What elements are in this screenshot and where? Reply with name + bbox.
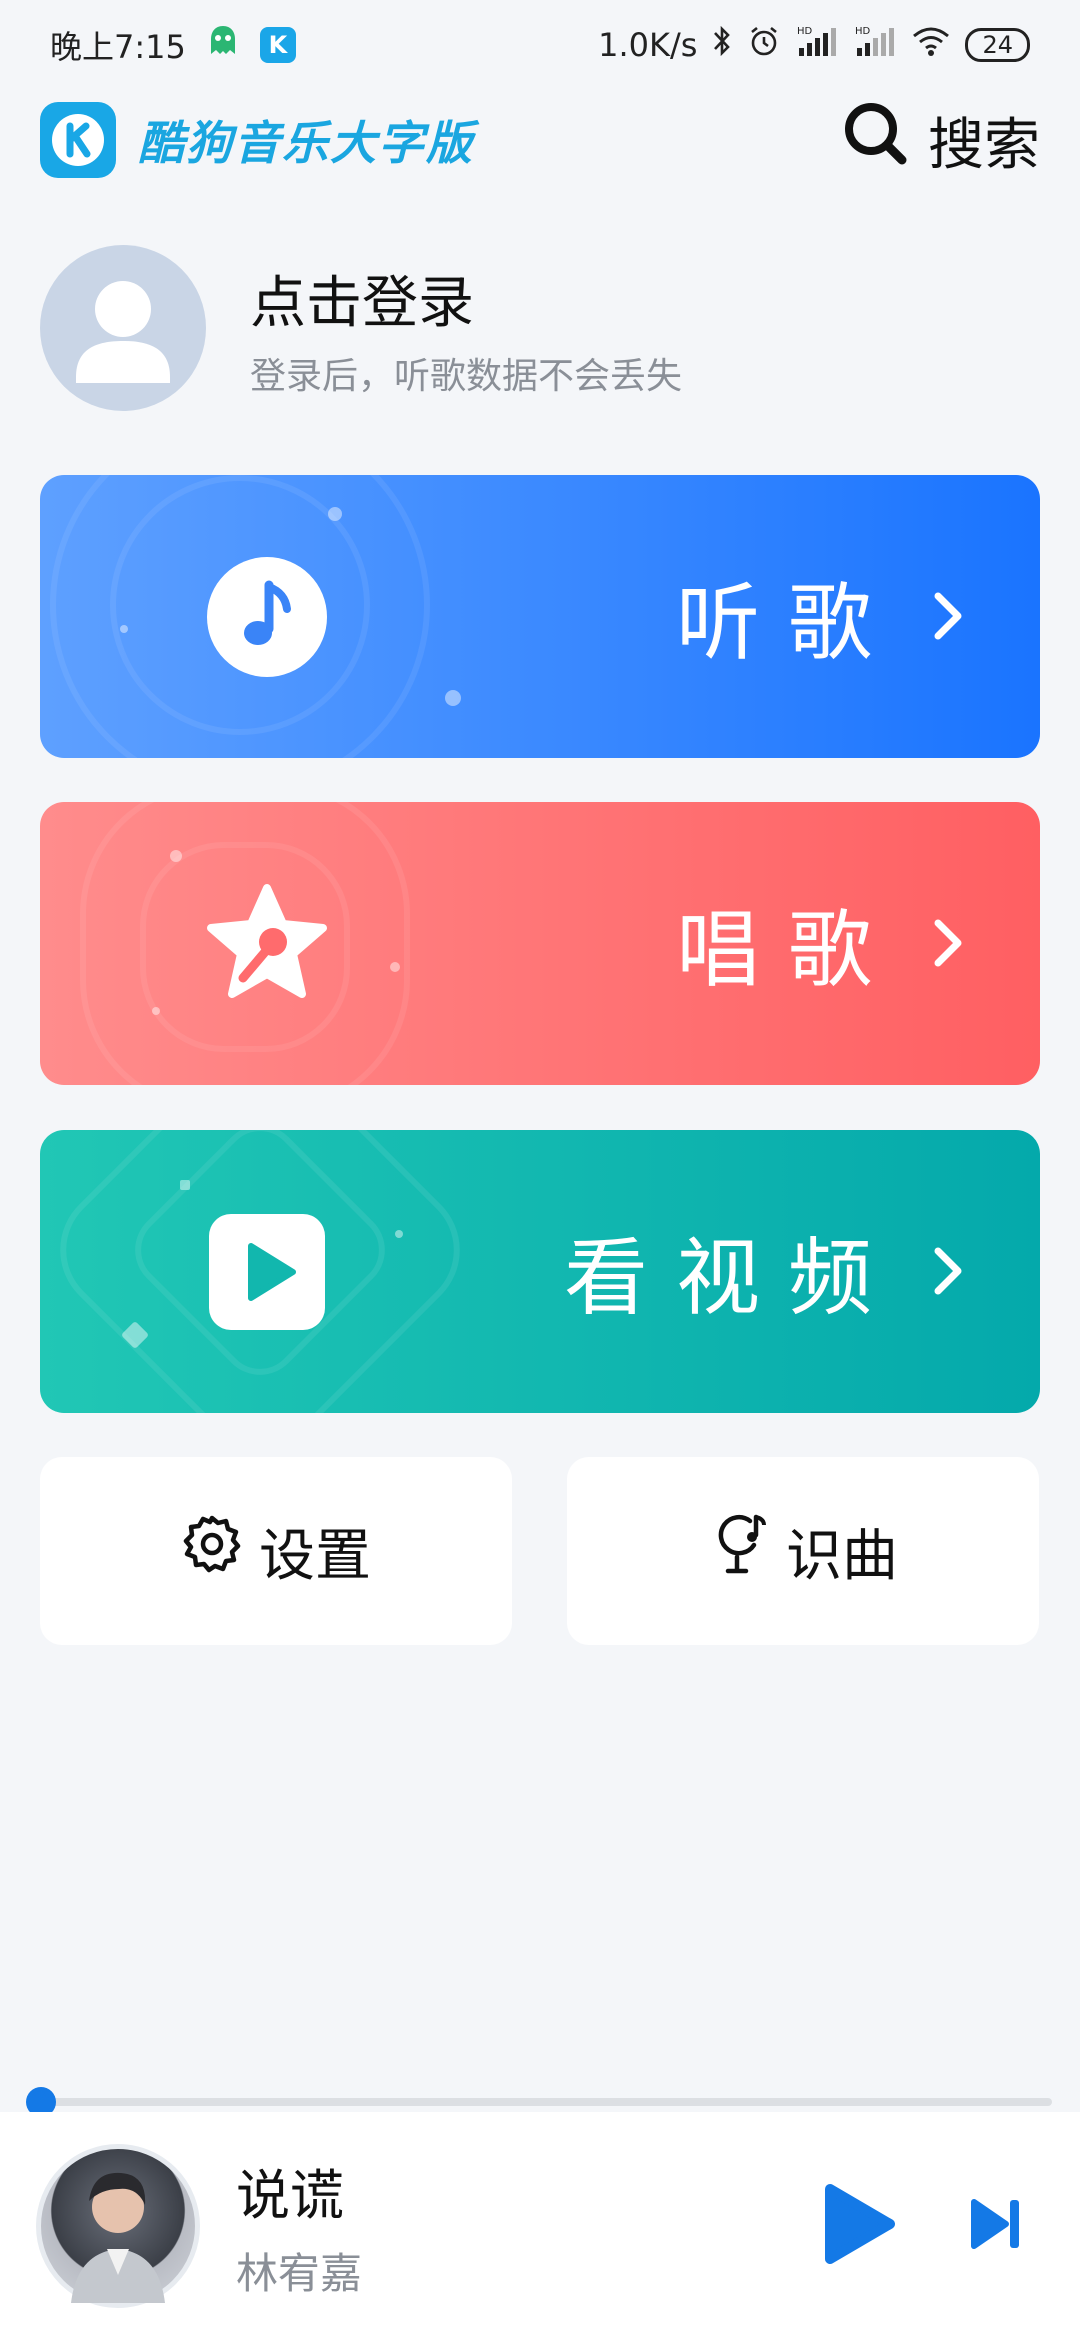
status-right: 1.0K/s HD HD 24 [598,24,1030,66]
user-avatar-icon [40,245,206,411]
card-dot [120,625,128,633]
login-profile[interactable]: 点击登录 登录后，听歌数据不会丢失 [40,245,682,411]
playback-progress-bar[interactable] [26,2087,1052,2117]
ghost-icon [208,24,238,66]
mini-player[interactable]: 说谎 林宥嘉 [0,2112,1080,2340]
wifi-icon [911,25,951,65]
card-dot [445,690,461,706]
search-label: 搜索 [928,112,1040,178]
settings-button[interactable]: 设置 [40,1457,512,1645]
chevron-right-icon [928,1243,968,1299]
login-subtitle: 登录后，听歌数据不会丢失 [250,355,683,397]
signal-icon-2: HD [853,24,897,66]
status-left: 晚上7:15 K [50,22,296,68]
net-speed: 1.0K/s [598,26,698,64]
profile-text: 点击登录 登录后，听歌数据不会丢失 [250,258,682,399]
star-microphone-icon [205,882,329,1006]
album-cover[interactable] [36,2144,200,2308]
card-dot [390,962,400,972]
app-title: 酷狗音乐大字版 [138,116,474,170]
search-button[interactable]: 搜索 [840,98,1040,182]
sing-card[interactable]: 唱歌 [40,802,1040,1085]
song-recognition-button[interactable]: 识曲 [567,1457,1039,1645]
settings-label: 设置 [259,1523,371,1589]
login-title[interactable]: 点击登录 [250,258,682,339]
recognize-label: 识曲 [786,1523,898,1589]
chevron-right-icon [928,588,968,644]
skip-next-icon[interactable] [968,2194,1024,2258]
hd-label-2: HD [855,26,871,37]
sing-label: 唱歌 [675,901,900,999]
hd-label-1: HD [797,26,813,37]
gear-icon [181,1513,243,1589]
player-controls [818,2181,1044,2271]
card-dot [152,1007,160,1015]
status-time: 晚上7:15 [50,28,186,66]
listen-card[interactable]: 听歌 [40,475,1040,758]
status-bar: 晚上7:15 K 1.0K/s HD HD 24 [0,0,1080,90]
card-dot [170,850,182,862]
alarm-icon [747,24,781,66]
listen-label: 听歌 [675,574,900,672]
music-recognition-icon [708,1511,770,1591]
battery-icon: 24 [965,28,1030,62]
card-dot [180,1180,190,1190]
bluetooth-icon [711,24,733,66]
video-label: 看视频 [563,1229,900,1327]
kugou-logo-icon [40,102,116,178]
video-card[interactable]: 看视频 [40,1130,1040,1413]
song-title: 说谎 [236,2164,344,2227]
play-icon[interactable] [818,2181,898,2271]
music-note-icon [205,555,329,679]
song-artist: 林宥嘉 [236,2249,363,2298]
kugou-logo-icon: K [259,27,296,63]
song-info[interactable]: 说谎 林宥嘉 [236,2151,362,2301]
card-dot [395,1230,403,1238]
play-square-icon [205,1210,329,1334]
search-icon [840,98,910,182]
card-dot [328,507,342,521]
signal-icon: HD [795,24,839,66]
app-header: 酷狗音乐大字版 搜索 [40,95,1040,185]
chevron-right-icon [928,915,968,971]
